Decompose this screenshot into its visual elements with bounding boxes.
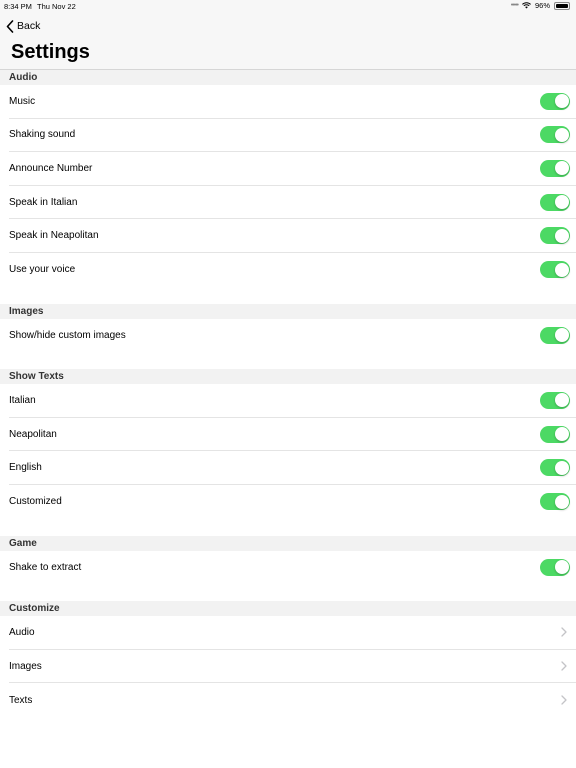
section-spacer <box>0 286 576 304</box>
customized-text-toggle[interactable] <box>540 493 570 511</box>
setting-label: English <box>9 462 42 474</box>
setting-label: Texts <box>9 694 33 706</box>
setting-label: Shake to extract <box>9 561 82 573</box>
toggle-knob <box>554 328 569 343</box>
customize-row-texts[interactable]: Texts <box>9 683 576 717</box>
battery-level <box>556 3 568 8</box>
back-button[interactable]: Back <box>6 18 40 34</box>
back-label: Back <box>17 20 41 32</box>
setting-label: Speak in Neapolitan <box>9 230 99 242</box>
settings-list: Audio Music Shaking sound Announce Numbe… <box>0 70 576 717</box>
italian-text-toggle[interactable] <box>540 391 570 409</box>
status-time: 8:34 PM <box>4 2 32 11</box>
chevron-right-icon <box>561 627 567 638</box>
cellular-signal-icon: ••••• <box>510 2 519 9</box>
status-date: Thu Nov 22 <box>37 2 76 11</box>
speak-italian-toggle[interactable] <box>540 193 570 211</box>
toggle-knob <box>554 460 569 475</box>
setting-row-english: English <box>9 451 576 485</box>
toggle-knob <box>554 494 569 509</box>
section-header-images: Images <box>0 303 576 319</box>
battery-icon <box>554 1 570 10</box>
setting-label: Speak in Italian <box>9 196 78 208</box>
english-text-toggle[interactable] <box>540 459 570 477</box>
setting-row-custom-images: Show/hide custom images <box>9 319 576 353</box>
speak-neapolitan-toggle[interactable] <box>540 227 570 245</box>
setting-label: Neapolitan <box>9 428 57 440</box>
setting-row-shake-to-extract: Shake to extract <box>9 551 576 585</box>
shaking-sound-toggle[interactable] <box>540 126 570 144</box>
shake-to-extract-toggle[interactable] <box>540 558 570 576</box>
section-spacer <box>0 518 576 536</box>
setting-label: Announce Number <box>9 162 93 174</box>
section-header-show-texts: Show Texts <box>0 369 576 385</box>
setting-row-shaking-sound: Shaking sound <box>9 119 576 153</box>
setting-label: Use your voice <box>9 264 76 276</box>
toggle-knob <box>554 262 569 277</box>
toggle-knob <box>554 228 569 243</box>
section-header-audio: Audio <box>0 70 576 85</box>
page-title: Settings <box>11 41 90 63</box>
setting-row-announce-number: Announce Number <box>9 152 576 186</box>
setting-row-music: Music <box>9 85 576 119</box>
toggle-knob <box>554 94 569 109</box>
setting-label: Audio <box>9 626 35 638</box>
toggle-knob <box>554 195 569 210</box>
setting-row-speak-neapolitan: Speak in Neapolitan <box>9 219 576 253</box>
setting-label: Music <box>9 95 36 107</box>
section-spacer <box>0 584 576 602</box>
section-spacer <box>0 352 576 370</box>
customize-row-audio[interactable]: Audio <box>9 616 576 650</box>
announce-number-toggle[interactable] <box>540 159 570 177</box>
setting-label: Images <box>9 660 42 672</box>
setting-row-speak-italian: Speak in Italian <box>9 186 576 220</box>
custom-images-toggle[interactable] <box>540 326 570 344</box>
battery-percent: 96% <box>534 1 550 10</box>
toggle-knob <box>554 127 569 142</box>
chevron-right-icon <box>561 695 567 705</box>
use-your-voice-toggle[interactable] <box>540 261 570 279</box>
status-indicators: ••••• 96% <box>511 1 570 10</box>
music-toggle[interactable] <box>540 92 570 110</box>
setting-label: Italian <box>9 394 36 406</box>
setting-label: Shaking sound <box>9 129 76 141</box>
toggle-knob <box>554 393 569 408</box>
setting-row-customized: Customized <box>9 485 576 519</box>
section-header-customize: Customize <box>0 601 576 617</box>
section-audio: Music Shaking sound Announce Number Spea… <box>0 85 576 287</box>
chevron-right-icon <box>561 661 567 671</box>
wifi-icon <box>522 2 531 9</box>
toggle-knob <box>554 161 569 176</box>
customize-row-images[interactable]: Images <box>9 650 576 684</box>
setting-row-italian: Italian <box>9 384 576 418</box>
status-bar: 8:34 PM Thu Nov 22 ••••• 96% <box>0 0 576 12</box>
chevron-left-icon <box>6 19 14 33</box>
setting-row-use-your-voice: Use your voice <box>9 253 576 287</box>
section-header-game: Game <box>0 535 576 551</box>
section-customize: Audio Images Texts <box>0 616 576 717</box>
toggle-knob <box>554 427 569 442</box>
section-images: Show/hide custom images <box>0 319 576 353</box>
setting-label: Show/hide custom images <box>9 329 126 341</box>
navigation-bar: Back Settings <box>0 12 576 70</box>
setting-label: Customized <box>9 496 62 508</box>
section-show-texts: Italian Neapolitan English Customized <box>0 384 576 518</box>
toggle-knob <box>554 560 569 575</box>
section-game: Shake to extract <box>0 551 576 585</box>
setting-row-neapolitan: Neapolitan <box>9 418 576 452</box>
neapolitan-text-toggle[interactable] <box>540 425 570 443</box>
